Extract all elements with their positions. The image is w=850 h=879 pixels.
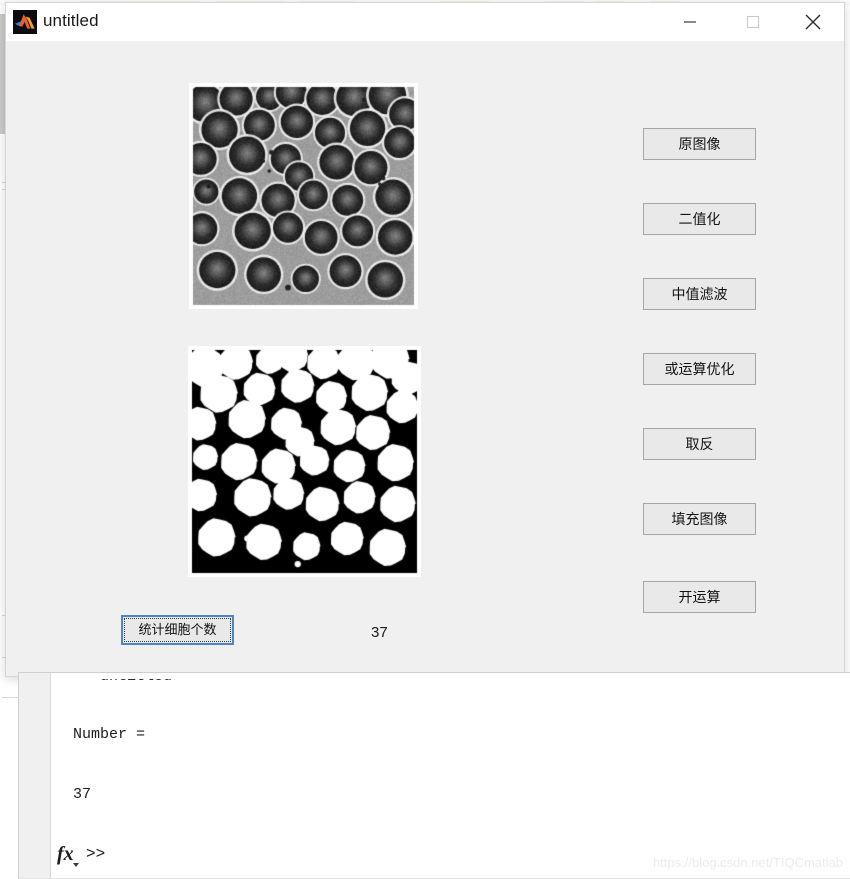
window-title: untitled xyxy=(43,11,99,31)
command-echo-line: >> untitled xyxy=(73,672,172,687)
maximize-button[interactable] xyxy=(730,3,776,40)
button-original-image[interactable]: 原图像 xyxy=(643,128,756,160)
figure-window: untitled 原图像 二值化 中值滤波 或运算优化 取反 填充图像 开运算 … xyxy=(5,2,845,677)
button-or-optimize[interactable]: 或运算优化 xyxy=(643,353,756,385)
command-window-text: >> untitled Number = 37 xyxy=(57,673,837,879)
button-opening-operation[interactable]: 开运算 xyxy=(643,581,756,613)
fx-icon[interactable]: fx xyxy=(57,843,74,866)
output-variable-label: Number = xyxy=(73,725,145,745)
output-variable-value: 37 xyxy=(73,785,91,805)
close-button[interactable] xyxy=(790,3,836,40)
watermark: https://blog.csdn.net/TIQCmatlab xyxy=(653,855,843,870)
button-count-cells-label: 统计细胞个数 xyxy=(138,622,216,637)
chevron-down-icon[interactable] xyxy=(73,863,79,867)
button-invert[interactable]: 取反 xyxy=(643,428,756,460)
minimize-button[interactable] xyxy=(667,3,713,40)
maximize-icon xyxy=(745,14,761,30)
command-prompt[interactable]: >> xyxy=(86,845,105,863)
button-binarize[interactable]: 二值化 xyxy=(643,203,756,235)
binary-segmented-cells-image xyxy=(188,346,421,577)
button-median-filter[interactable]: 中值滤波 xyxy=(643,278,756,310)
button-fill-image[interactable]: 填充图像 xyxy=(643,503,756,535)
close-icon xyxy=(802,11,824,33)
command-window-gutter xyxy=(19,673,51,879)
command-window[interactable]: >> untitled Number = 37 fx >> https://bl… xyxy=(18,672,850,879)
original-blood-cells-image xyxy=(189,83,418,309)
figure-canvas: 原图像 二值化 中值滤波 或运算优化 取反 填充图像 开运算 统计细胞个数 37 xyxy=(6,41,844,676)
rail-tick xyxy=(2,697,18,698)
window-titlebar: untitled xyxy=(6,3,844,42)
cell-count-value: 37 xyxy=(371,624,388,641)
button-count-cells[interactable]: 统计细胞个数 xyxy=(121,615,234,645)
matlab-logo-icon xyxy=(13,10,37,34)
minimize-icon xyxy=(681,16,699,28)
